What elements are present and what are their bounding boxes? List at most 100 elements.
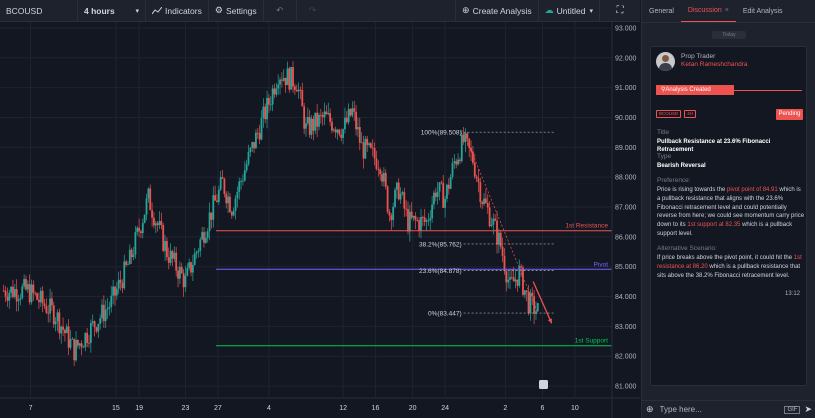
x-tick-label: 16 (372, 405, 380, 412)
candle-body (127, 264, 129, 266)
candle-body (115, 288, 118, 296)
candle-body (167, 257, 170, 263)
level-label: 1st Resistance (565, 223, 608, 230)
candle-body (382, 172, 385, 182)
candle-body (10, 286, 13, 293)
analysis-created-label: Analysis Created (665, 87, 711, 93)
candle-body (408, 211, 411, 232)
candle-body (295, 89, 298, 92)
tab-general[interactable]: General (642, 8, 681, 15)
indicators-icon (152, 6, 162, 14)
candle-body (484, 198, 487, 203)
candle-body (30, 284, 33, 303)
candle-body (243, 170, 246, 181)
candle-body (97, 323, 100, 332)
y-tick-label: 81.000 (615, 384, 637, 391)
candle-body (427, 220, 430, 222)
candle-body (371, 147, 374, 149)
candle-body (373, 148, 376, 159)
tab-discussion[interactable]: Discussion × (680, 1, 736, 22)
candle-body (462, 134, 465, 142)
candle-body (101, 304, 103, 319)
settings-button[interactable]: ⚙ Settings (209, 0, 264, 22)
candle-body (67, 326, 70, 348)
y-tick-label: 82.000 (615, 354, 637, 361)
send-icon[interactable]: ➤ (804, 404, 812, 415)
interval-selector[interactable]: 4 hours ▾ (78, 0, 146, 22)
candle-body (292, 67, 294, 87)
candle-body (405, 208, 408, 210)
indicators-button[interactable]: Indicators (146, 0, 209, 22)
candle-body (125, 261, 128, 265)
candle-body (282, 77, 285, 81)
create-analysis-button[interactable]: ⊕ Create Analysis (455, 0, 539, 22)
symbol-label: BCOUSD (6, 5, 43, 16)
candle-body (227, 196, 230, 204)
candle-body (318, 114, 320, 127)
x-tick-label: 15 (112, 405, 120, 412)
fullscreen-button[interactable]: ⛶ (600, 0, 640, 22)
candle-body (166, 241, 168, 258)
candle-body (325, 111, 328, 115)
candle-body (8, 292, 11, 301)
candle-body (459, 159, 461, 162)
candle-body (119, 279, 122, 283)
candle-body (58, 312, 61, 334)
candle-body (208, 212, 211, 232)
candle-body (310, 118, 313, 135)
undo-button[interactable]: ↶ (264, 0, 297, 22)
candle-body (377, 168, 380, 170)
candle-body (154, 223, 157, 226)
alternative-label: Alternative Scenario: (657, 245, 717, 252)
candle-body (525, 290, 528, 292)
candle-body (453, 161, 456, 164)
candle-body (288, 68, 291, 90)
candle-body (210, 212, 213, 220)
candle-body (71, 338, 74, 340)
price-chart[interactable]: 1st ResistancePivot1st Support86.20684.9… (0, 22, 640, 418)
candle-body (147, 188, 150, 199)
gif-button[interactable]: GIF (784, 405, 801, 414)
candle-body (128, 249, 131, 265)
candle-body (91, 321, 94, 324)
candle-body (145, 198, 148, 215)
candle-body (431, 204, 434, 219)
layout-selector[interactable]: ☁ Untitled ▾ (539, 0, 600, 22)
analysis-title: Pullback Resistance at 23.6% Fibonacci R… (657, 139, 771, 153)
tab-edit-analysis[interactable]: Edit Analysis (736, 8, 790, 15)
candle-body (182, 273, 185, 288)
close-icon[interactable]: × (725, 7, 729, 14)
candle-body (314, 112, 317, 131)
level-label: 1st Support (575, 338, 608, 345)
symbol-selector[interactable]: BCOUSD (0, 0, 78, 22)
message-input[interactable] (657, 404, 785, 415)
author-name[interactable]: Ketan Rameshchandra (681, 61, 748, 69)
y-tick-label: 86.000 (615, 234, 637, 241)
candle-body (397, 182, 400, 200)
candle-body (54, 321, 57, 325)
candle-body (455, 161, 458, 165)
candle-body (151, 210, 153, 218)
candle-body (449, 176, 452, 189)
analysis-created-banner: ⚲Analysis Created (656, 85, 734, 95)
candle-body (316, 112, 319, 127)
candle-body (488, 207, 491, 227)
date-separator: Today (712, 31, 746, 39)
candle-body (221, 177, 224, 179)
redo-button[interactable]: ↷ (297, 0, 329, 22)
x-tick-label: 19 (135, 405, 143, 412)
candle-body (110, 295, 113, 307)
y-tick-label: 87.000 (615, 205, 637, 212)
candle-body (12, 286, 14, 297)
candle-body (45, 306, 48, 313)
candle-body (88, 342, 90, 344)
candle-body (522, 267, 524, 295)
candle-body (242, 180, 244, 182)
panel-tabs: General Discussion × Edit Analysis (642, 0, 815, 23)
candle-body (184, 275, 187, 288)
analysis-message-card: Prop Trader Ketan Rameshchandra ⚲Analysi… (650, 46, 807, 386)
candle-body (420, 216, 422, 231)
add-icon[interactable]: ⊕ (646, 404, 654, 415)
candle-body (104, 309, 107, 322)
candle-body (78, 343, 81, 346)
